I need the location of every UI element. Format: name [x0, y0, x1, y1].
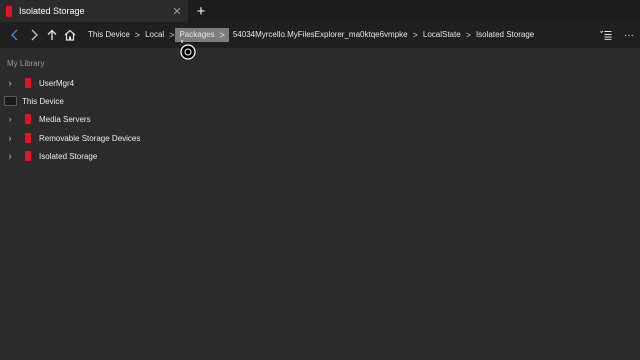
red-folder-icon	[25, 114, 31, 124]
breadcrumb-item-package-folder[interactable]: 54034Myrcello.MyFilesExplorer_ma0ktqe6vm…	[229, 28, 412, 42]
breadcrumb-item-local[interactable]: Local	[141, 28, 168, 42]
red-folder-icon	[25, 78, 31, 88]
red-folder-icon	[25, 151, 31, 161]
library-item-label: This Device	[22, 96, 64, 106]
breadcrumb-item-localstate[interactable]: LocalState	[419, 28, 465, 42]
toolbar-right: ···	[600, 26, 634, 44]
library-item-this-device[interactable]: This Device	[0, 93, 64, 109]
library-pane: My Library › UserMgr4 This Device › Medi…	[0, 48, 640, 360]
arrow-up-icon	[47, 29, 57, 40]
home-button[interactable]	[61, 26, 79, 44]
chevron-right-icon[interactable]: ›	[5, 114, 15, 124]
library-item-label: Media Servers	[39, 114, 91, 124]
library-item-media-servers[interactable]: › Media Servers	[0, 111, 91, 127]
breadcrumb-separator[interactable]: >	[412, 30, 419, 40]
library-item-label: UserMgr4	[39, 78, 75, 88]
up-button[interactable]	[43, 26, 61, 44]
red-folder-icon	[6, 5, 12, 17]
breadcrumb-separator[interactable]: >	[134, 30, 141, 40]
library-item-isolated-storage[interactable]: › Isolated Storage	[0, 148, 97, 164]
back-button[interactable]	[6, 26, 24, 44]
breadcrumb-separator[interactable]: >	[168, 30, 175, 40]
breadcrumb-item-this-device[interactable]: This Device	[84, 28, 134, 42]
breadcrumb-item-packages-highlight[interactable]: Packages >	[175, 28, 229, 42]
chevron-right-icon[interactable]: ›	[5, 133, 15, 143]
more-options-button[interactable]: ···	[624, 30, 634, 41]
tab-isolated-storage[interactable]: Isolated Storage ✕	[0, 0, 188, 22]
chevron-right-icon[interactable]: ›	[5, 151, 15, 161]
library-item-usermgr4[interactable]: › UserMgr4	[0, 75, 74, 91]
breadcrumb-separator[interactable]: >	[465, 30, 472, 40]
close-icon[interactable]: ✕	[169, 3, 185, 19]
breadcrumb: This Device > Local > Packages > 54034My…	[84, 26, 538, 44]
tab-strip: Isolated Storage ✕ +	[0, 0, 640, 22]
new-tab-button[interactable]: +	[190, 0, 212, 22]
library-item-label: Isolated Storage	[39, 151, 98, 161]
chevron-left-icon	[11, 29, 18, 41]
list-view-icon[interactable]	[600, 30, 612, 40]
chevron-right-icon	[31, 29, 38, 41]
red-folder-icon	[25, 133, 31, 143]
breadcrumb-separator[interactable]: >	[219, 30, 226, 40]
tab-title: Isolated Storage	[19, 6, 85, 16]
breadcrumb-item-isolated-storage[interactable]: Isolated Storage	[472, 28, 538, 42]
breadcrumb-item-packages[interactable]: Packages	[175, 28, 218, 42]
app-window: Isolated Storage ✕ + This Device > Local…	[0, 0, 640, 360]
drive-icon	[4, 96, 17, 106]
library-item-label: Removable Storage Devices	[39, 133, 141, 143]
forward-button[interactable]	[25, 26, 43, 44]
section-header-my-library: My Library	[7, 59, 45, 68]
home-icon	[64, 29, 76, 41]
chevron-right-icon[interactable]: ›	[5, 78, 15, 88]
navigation-bar: This Device > Local > Packages > 54034My…	[0, 22, 640, 48]
library-item-removable-storage[interactable]: › Removable Storage Devices	[0, 130, 140, 146]
